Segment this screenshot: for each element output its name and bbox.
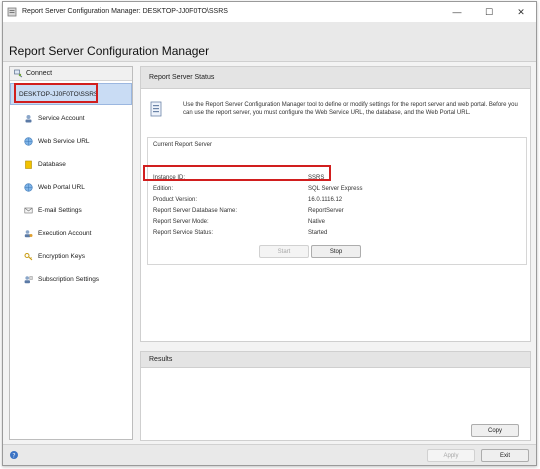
current-report-server-box: Current Report Server Instance ID: SSRS …	[147, 137, 527, 265]
sidebar-item-label: Encryption Keys	[38, 253, 85, 260]
current-report-server-title: Current Report Server	[153, 142, 213, 148]
apply-button[interactable]: Apply	[427, 449, 475, 462]
connect-label: Connect	[26, 70, 53, 77]
sidebar-item-encryption-keys[interactable]: Encryption Keys	[10, 245, 132, 268]
server-icon	[150, 101, 162, 117]
database-icon	[25, 160, 32, 169]
property-value: 16.0.1116.12	[308, 196, 343, 203]
connect-button[interactable]: Connect	[10, 67, 132, 81]
sidebar-item-execution-account[interactable]: Execution Account	[10, 222, 132, 245]
server-highlight-box	[14, 83, 98, 103]
app-header: Report Server Configuration Manager	[3, 22, 536, 62]
sidebar-nav: Service Account Web Service URL Database…	[10, 107, 132, 291]
property-row: Report Service Status: Started	[153, 227, 483, 238]
property-label: Product Version:	[153, 196, 198, 203]
property-row: Product Version: 16.0.1116.12	[153, 194, 483, 205]
sidebar-item-label: Web Portal URL	[38, 184, 85, 191]
property-value: SSRS	[308, 174, 325, 181]
property-value: SQL Server Express	[308, 185, 363, 192]
globe-icon	[24, 137, 33, 146]
property-label: Report Server Mode:	[153, 218, 209, 225]
results-panel: Results Copy	[140, 351, 531, 441]
key-icon	[24, 253, 33, 261]
sidebar-item-web-service-url[interactable]: Web Service URL	[10, 130, 132, 153]
sidebar-item-service-account[interactable]: Service Account	[10, 107, 132, 130]
sidebar-item-database[interactable]: Database	[10, 153, 132, 176]
sidebar-item-label: Subscription Settings	[38, 276, 100, 283]
exit-button[interactable]: Exit	[481, 449, 529, 462]
email-icon	[24, 207, 33, 214]
sidebar-item-web-portal-url[interactable]: Web Portal URL	[10, 176, 132, 199]
start-button[interactable]: Start	[259, 245, 309, 258]
sidebar-item-label: Service Account	[38, 115, 85, 122]
sidebar-item-subscription-settings[interactable]: Subscription Settings	[10, 268, 132, 291]
intro-text: Use the Report Server Configuration Mana…	[183, 102, 518, 116]
property-value: Native	[308, 218, 326, 225]
minimize-button[interactable]: —	[442, 2, 472, 22]
app-window: Report Server Configuration Manager: DES…	[2, 1, 537, 466]
window-title: Report Server Configuration Manager: DES…	[22, 8, 228, 15]
app-icon	[7, 7, 17, 17]
sidebar-item-label: Database	[38, 161, 66, 168]
copy-button[interactable]: Copy	[471, 424, 519, 437]
property-value: ReportServer	[308, 207, 344, 214]
property-row: Report Server Mode: Native	[153, 216, 483, 227]
property-label: Report Server Database Name:	[153, 207, 238, 214]
globe-icon	[24, 183, 33, 192]
sidebar-item-label: E-mail Settings	[38, 207, 82, 214]
title-bar: Report Server Configuration Manager: DES…	[3, 2, 536, 22]
execution-account-icon	[24, 230, 33, 238]
instance-id-highlight-box	[143, 165, 331, 181]
maximize-button[interactable]: ☐	[474, 2, 504, 22]
sidebar-item-email-settings[interactable]: E-mail Settings	[10, 199, 132, 222]
svg-text:?: ?	[12, 452, 15, 459]
service-account-icon	[25, 115, 32, 123]
results-header: Results	[141, 352, 530, 368]
close-button[interactable]: ✕	[506, 2, 536, 22]
sidebar: Connect DESKTOP-JJ0F0TO\SSRS Service Acc…	[9, 66, 133, 440]
property-row: Report Server Database Name: ReportServe…	[153, 205, 483, 216]
property-label: Edition:	[153, 185, 174, 192]
help-icon[interactable]: ?	[9, 450, 19, 460]
footer-bar: ? Apply Exit	[3, 444, 536, 465]
property-value: Started	[308, 229, 328, 236]
subscription-icon	[24, 276, 33, 284]
connect-icon	[14, 69, 23, 78]
app-title: Report Server Configuration Manager	[9, 44, 210, 58]
stop-button[interactable]: Stop	[311, 245, 361, 258]
sidebar-item-label: Execution Account	[38, 230, 92, 237]
server-properties: Instance ID: SSRS Edition: SQL Server Ex…	[153, 172, 483, 238]
sidebar-item-label: Web Service URL	[38, 138, 90, 145]
property-label: Report Service Status:	[153, 229, 214, 236]
property-row: Edition: SQL Server Express	[153, 183, 483, 194]
status-header: Report Server Status	[141, 67, 530, 89]
report-server-status-panel: Report Server Status Use the Report Serv…	[140, 66, 531, 342]
